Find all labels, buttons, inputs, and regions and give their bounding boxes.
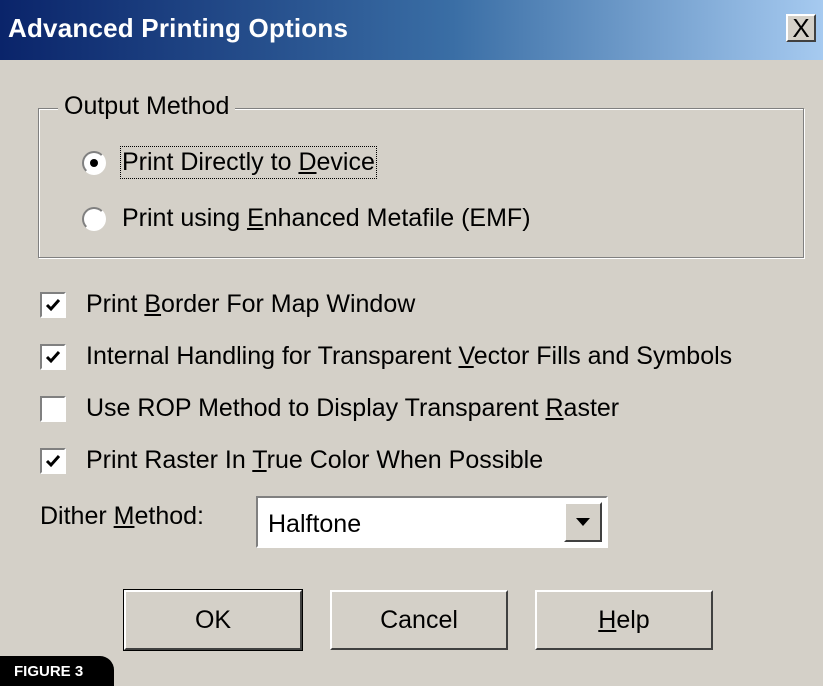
- radio-selected-icon[interactable]: [82, 150, 106, 175]
- cancel-button-label: Cancel: [380, 605, 458, 634]
- close-button[interactable]: X: [786, 14, 816, 42]
- title-bar[interactable]: Advanced Printing Options X: [0, 0, 823, 60]
- dither-method-value: Halftone: [268, 510, 362, 538]
- checkbox-checked-icon[interactable]: [40, 343, 66, 370]
- advanced-printing-dialog: Advanced Printing Options X Output Metho…: [0, 0, 823, 686]
- checkbox-print-border[interactable]: Print Border For Map Window: [40, 290, 415, 319]
- radio-print-directly[interactable]: Print Directly to Device: [82, 146, 377, 179]
- radio-print-directly-label: Print Directly to Device: [120, 146, 377, 179]
- checkbox-print-border-label: Print Border For Map Window: [86, 290, 416, 318]
- window-title: Advanced Printing Options: [8, 13, 349, 43]
- ok-button-label: OK: [194, 605, 232, 634]
- checkbox-true-color-label: Print Raster In True Color When Possible: [86, 446, 544, 474]
- dither-method-select[interactable]: Halftone: [256, 496, 608, 548]
- checkbox-checked-icon[interactable]: [40, 447, 66, 474]
- cancel-button[interactable]: Cancel: [330, 590, 508, 650]
- close-icon: X: [792, 13, 810, 43]
- checkbox-checked-icon[interactable]: [40, 291, 66, 318]
- output-method-legend: Output Method: [58, 92, 236, 121]
- checkbox-internal-handling[interactable]: Internal Handling for Transparent Vector…: [40, 342, 732, 371]
- checkbox-use-rop[interactable]: Use ROP Method to Display Transparent Ra…: [40, 394, 619, 423]
- checkbox-unchecked-icon[interactable]: [40, 395, 66, 422]
- help-button-label: Help: [598, 605, 650, 634]
- radio-print-emf[interactable]: Print using Enhanced Metafile (EMF): [82, 204, 531, 233]
- radio-print-emf-label: Print using Enhanced Metafile (EMF): [122, 204, 531, 232]
- chevron-down-icon: [576, 518, 590, 526]
- ok-button[interactable]: OK: [123, 589, 303, 651]
- checkbox-use-rop-label: Use ROP Method to Display Transparent Ra…: [86, 394, 620, 422]
- figure-caption-tag: FIGURE 3: [0, 656, 114, 686]
- checkbox-true-color[interactable]: Print Raster In True Color When Possible: [40, 446, 543, 475]
- help-button[interactable]: Help: [535, 590, 713, 650]
- output-method-group: [38, 108, 804, 258]
- radio-unselected-icon[interactable]: [82, 206, 106, 231]
- dropdown-arrow-button[interactable]: [564, 502, 602, 542]
- dither-method-label: Dither Method:: [40, 502, 204, 530]
- checkbox-internal-handling-label: Internal Handling for Transparent Vector…: [86, 342, 733, 370]
